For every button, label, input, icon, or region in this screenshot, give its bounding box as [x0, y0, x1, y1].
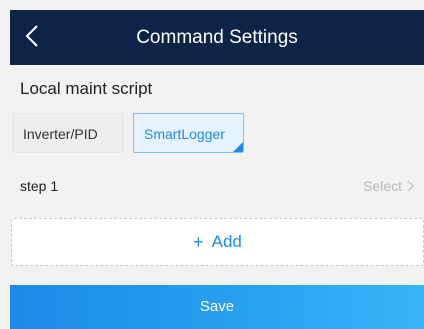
- plus-icon: +: [193, 231, 204, 252]
- header-bar: Command Settings: [10, 10, 424, 65]
- select-placeholder: Select: [363, 178, 402, 194]
- script-section-title: Local maint script: [20, 79, 153, 98]
- add-label: Add: [211, 232, 242, 251]
- page-title: Command Settings: [136, 27, 298, 48]
- add-step-button[interactable]: + Add: [11, 218, 424, 266]
- tab-inverter-pid[interactable]: Inverter/PID: [12, 113, 124, 153]
- command-settings-screen: Command Settings Local maint script Inve…: [0, 0, 424, 329]
- selected-corner-icon: [233, 142, 243, 152]
- tab-label: Inverter/PID: [23, 126, 98, 142]
- save-button[interactable]: Save: [10, 285, 424, 329]
- tab-smartlogger[interactable]: SmartLogger: [133, 113, 244, 153]
- tab-label: SmartLogger: [144, 126, 225, 142]
- step-select[interactable]: Select: [363, 178, 416, 194]
- step-label: step 1: [20, 178, 59, 194]
- step-row[interactable]: step 1 Select: [10, 168, 424, 204]
- chevron-right-icon: [407, 180, 414, 192]
